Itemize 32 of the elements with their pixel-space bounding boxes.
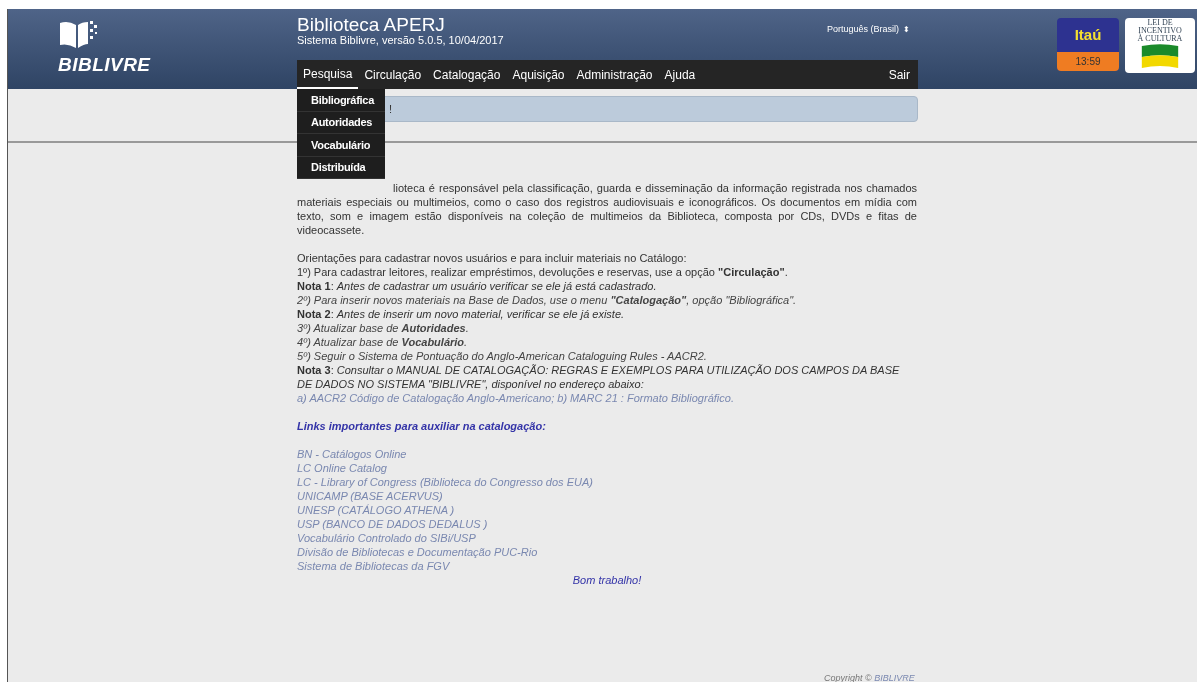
instruction-line: Nota 2: Antes de inserir um novo material, verificar se ele já existe. [297, 307, 626, 321]
instruction-line: Orientações para cadastrar novos usuários e para incluir materiais no Catálogo: [297, 251, 688, 265]
system-version: Sistema Biblivre, versão 5.0.5, 10/04/2017 [297, 35, 504, 46]
flag-icon [1140, 44, 1180, 70]
menu-item[interactable]: Catalogação [427, 60, 507, 89]
bank-logo: Itaú 13:59 [1057, 18, 1119, 71]
links-heading: Links importantes para auxiliar na catalogação: [297, 419, 547, 433]
instruction-line: 1º) Para cadastrar leitores, realizar empréstimos, devoluções e reservas, use a opção "Circulação". [297, 265, 789, 279]
copyright-text: Copyright © [824, 672, 872, 682]
intro-paragraph: lioteca é responsável pela classificação, guarda e disseminação da informação registrada nos chamados materiais especiais ou multimeios, como o caso dos registros audiovisuais e iconográficos. Os documentos em mídia com texto, som e imagem estão disponíveis na coleção de multimeios da Biblioteca, composta por CDs, DVDs e fitas de videocassete. [297, 181, 917, 237]
logo-wordmark: BIBLIVRE [58, 53, 151, 77]
instruction-line: Nota 3: Consultar o MANUAL DE CATALOGAÇÃO: REGRAS E EXEMPLOS PARA UTILIZAÇÃO DOS CAMPOS DA BASE DE DADOS NO SISTEMA "BIBLIVRE", disponível no endereço abaixo: [297, 363, 901, 391]
select-arrows-icon: ⬍ [903, 23, 910, 36]
menu-item[interactable]: Aquisição [506, 60, 571, 89]
clock-time: 13:59 [1057, 52, 1119, 71]
language-selector[interactable]: Português (Brasil) [826, 23, 899, 37]
dropdown-item[interactable]: Autoridades [297, 111, 385, 134]
instruction-line: 5º) Seguir o Sistema de Pontuação do Anglo-American Cataloguing Rules - AACR2. [297, 349, 708, 363]
instruction-line: 4º) Atualizar base de Vocabulário. [297, 335, 469, 349]
dropdown-item[interactable]: Vocabulário [297, 134, 385, 157]
logout-link[interactable]: Sair [888, 65, 918, 84]
dropdown-item[interactable]: Bibliográfica [297, 89, 385, 112]
instruction-line: Nota 1: Antes de cadastrar um usuário verificar se ele já está cadastrado. [297, 279, 658, 293]
menu-item[interactable]: Administração [570, 60, 659, 89]
dropdown-item[interactable]: Distribuída [297, 156, 385, 179]
library-title: Biblioteca APERJ [297, 15, 446, 34]
instruction-line: 2º) Para inserir novos materiais na Base de Dados, use o menu "Catalogação", opção "Bibliográfica". [297, 293, 798, 307]
menu-item[interactable]: Ajuda [658, 60, 702, 89]
closing-message: Bom trabalho! [572, 573, 642, 587]
menu-item[interactable]: Circulação [358, 60, 428, 89]
culture-law-logo: LEI DE INCENTIVO À CULTURA [1125, 18, 1195, 73]
instruction-line: 3º) Atualizar base de Autoridades. [297, 321, 470, 335]
